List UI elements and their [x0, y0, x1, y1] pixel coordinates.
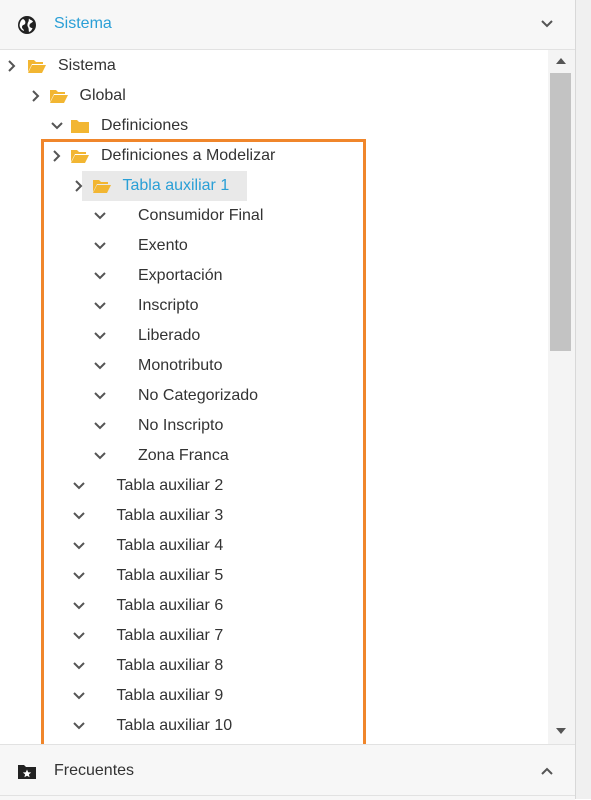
tree-node-label: Liberado — [138, 327, 201, 344]
chevron-down-icon[interactable] — [72, 719, 86, 733]
tree-node[interactable]: Sistema — [0, 51, 548, 81]
tree-node[interactable]: Tabla auxiliar 6 — [0, 591, 548, 621]
tree-node[interactable]: Definiciones a Modelizar — [0, 141, 548, 171]
tree-node-label: Tabla auxiliar 9 — [116, 687, 224, 704]
tree-node-label: Tabla auxiliar 4 — [116, 537, 224, 554]
chevron-down-icon[interactable] — [72, 569, 86, 583]
tree-node[interactable]: Tabla auxiliar 8 — [0, 651, 548, 681]
chevron-down-icon[interactable] — [72, 659, 86, 673]
scroll-up-arrow-icon[interactable] — [555, 56, 567, 66]
chevron-down-icon[interactable] — [93, 299, 107, 313]
tree-node-label: Exportación — [138, 267, 223, 284]
chevron-down-icon[interactable] — [72, 509, 86, 523]
frecuentes-section-header[interactable]: Frecuentes — [0, 744, 575, 800]
chevron-down-icon[interactable] — [72, 599, 86, 613]
tree-node[interactable]: Tabla auxiliar 3 — [0, 501, 548, 531]
tree-node[interactable]: Tabla auxiliar 2 — [0, 471, 548, 501]
tree-scrollbar[interactable] — [548, 50, 575, 744]
tree-node[interactable]: Liberado — [0, 321, 548, 351]
tree-node[interactable]: Tabla auxiliar 10 — [0, 711, 548, 741]
tree-node[interactable]: Consumidor Final — [0, 201, 548, 231]
tree-node[interactable]: Exportación — [0, 261, 548, 291]
folder-open-icon — [49, 90, 68, 103]
chevron-right-icon[interactable] — [5, 59, 19, 73]
sistema-tree: Sistema Global Definiciones Definiciones a … — [0, 50, 548, 744]
tree-node[interactable]: Tabla auxiliar 9 — [0, 681, 548, 711]
chevron-down-icon[interactable] — [93, 239, 107, 253]
chevron-down-icon[interactable] — [93, 359, 107, 373]
chevron-down-icon[interactable] — [72, 479, 86, 493]
globe-icon — [18, 16, 36, 34]
tree-node-label: Inscripto — [138, 297, 199, 314]
scroll-thumb[interactable] — [550, 73, 571, 351]
footer-divider — [0, 795, 575, 796]
folder-open-icon — [71, 150, 89, 163]
tree-node[interactable]: Tabla auxiliar 7 — [0, 621, 548, 651]
sistema-section-title: Sistema — [54, 15, 112, 32]
sistema-section-header[interactable]: Sistema — [0, 0, 575, 50]
tree-node-label: No Inscripto — [138, 417, 224, 434]
chevron-down-icon[interactable] — [72, 629, 86, 643]
tree-node-label: Tabla auxiliar 5 — [116, 567, 224, 584]
chevron-down-icon[interactable] — [93, 329, 107, 343]
folder-open-icon — [92, 180, 111, 193]
tree-node[interactable]: No Inscripto — [0, 411, 548, 441]
chevron-right-icon[interactable] — [72, 179, 86, 193]
tree-node[interactable]: Tabla auxiliar 4 — [0, 531, 548, 561]
star-folder-icon — [18, 765, 36, 779]
tree-node-label: Tabla auxiliar 1 — [122, 177, 230, 194]
tree-node[interactable]: No Categorizado — [0, 381, 548, 411]
tree-node[interactable]: Tabla auxiliar 5 — [0, 561, 548, 591]
tree-node[interactable]: Zona Franca — [0, 441, 548, 471]
tree-node[interactable]: Global — [0, 81, 548, 111]
tree-node[interactable]: Tabla auxiliar 1 — [0, 171, 548, 201]
chevron-right-icon[interactable] — [50, 149, 64, 163]
tree-node-label: Tabla auxiliar 2 — [116, 477, 224, 494]
tree-node-label: Zona Franca — [138, 447, 229, 464]
tree-node-label: Tabla auxiliar 8 — [116, 657, 224, 674]
chevron-down-icon[interactable] — [93, 269, 107, 283]
tree-node-label: Exento — [138, 237, 188, 254]
chevron-right-icon[interactable] — [29, 89, 43, 103]
chevron-down-icon[interactable] — [72, 539, 86, 553]
chevron-down-icon[interactable] — [537, 14, 557, 34]
tree-node-label: Definiciones — [101, 117, 189, 134]
folder-icon — [71, 120, 89, 133]
tree-node-label: Monotributo — [138, 357, 223, 374]
chevron-down-icon[interactable] — [72, 689, 86, 703]
chevron-down-icon[interactable] — [93, 419, 107, 433]
tree-node-label: Tabla auxiliar 6 — [116, 597, 224, 614]
tree-node-label: Consumidor Final — [138, 207, 264, 224]
folder-open-icon — [28, 60, 46, 73]
tree-node-label: No Categorizado — [138, 387, 259, 404]
tree-node-label: Global — [79, 87, 126, 104]
chevron-down-icon[interactable] — [93, 389, 107, 403]
right-gutter — [576, 0, 591, 799]
tree-node-label: Tabla auxiliar 3 — [116, 507, 224, 524]
tree-node-label: Tabla auxiliar 7 — [116, 627, 224, 644]
chevron-up-icon[interactable] — [537, 761, 557, 781]
tree-node-label: Tabla auxiliar 10 — [116, 717, 233, 734]
frecuentes-section-title: Frecuentes — [54, 762, 135, 779]
chevron-down-icon[interactable] — [93, 449, 107, 463]
tree-node[interactable]: Exento — [0, 231, 548, 261]
tree-node-label: Sistema — [58, 57, 116, 74]
scroll-down-arrow-icon[interactable] — [555, 726, 567, 736]
tree-node[interactable]: Monotributo — [0, 351, 548, 381]
chevron-down-icon[interactable] — [50, 119, 64, 133]
chevron-down-icon[interactable] — [93, 209, 107, 223]
navigation-panel: Sistema Sistema Global Definiciones Definic… — [0, 0, 576, 800]
tree-node-label: Definiciones a Modelizar — [101, 147, 276, 164]
tree-node[interactable]: Definiciones — [0, 111, 548, 141]
tree-node[interactable]: Inscripto — [0, 291, 548, 321]
